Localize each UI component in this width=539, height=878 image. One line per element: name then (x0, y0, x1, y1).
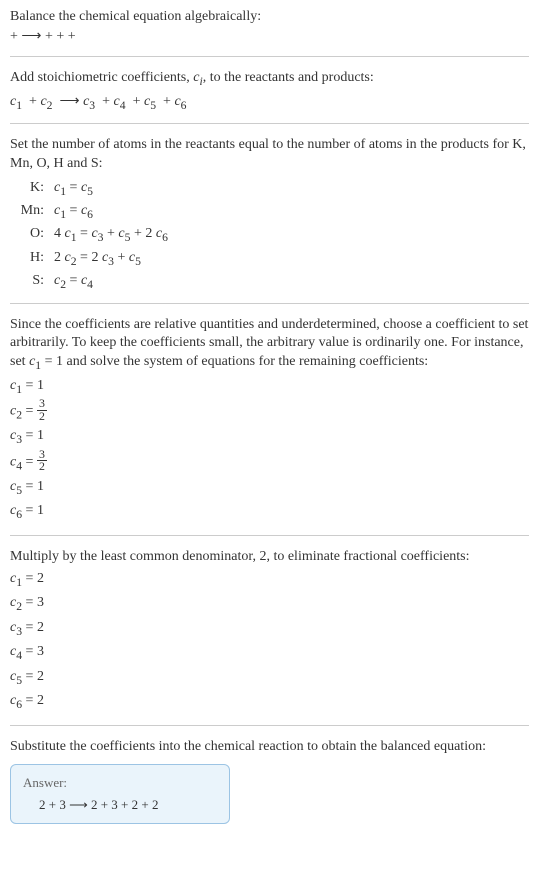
coef2-c4: c4 = 3 (10, 641, 529, 665)
divider-2 (10, 123, 529, 124)
coef-c1: c1 = 1 (10, 375, 529, 399)
step2-section: Set the number of atoms in the reactants… (10, 136, 529, 293)
step1-text: Add stoichiometric coefficients, ci, to … (10, 69, 529, 89)
coef-c3: c3 = 1 (10, 425, 529, 449)
step4-section: Multiply by the least common denominator… (10, 548, 529, 715)
step5-text: Substitute the coefficients into the che… (10, 738, 529, 756)
step4-text: Multiply by the least common denominator… (10, 548, 529, 566)
atom-label-h: H: (18, 247, 50, 270)
atom-eq-h: 2 c2 = 2 c3 + c5 (50, 247, 141, 270)
answer-box: Answer: 2 + 3 ⟶ 2 + 3 + 2 + 2 (10, 764, 230, 824)
step1-equation: c1 + c2 ⟶ c3 + c4 + c5 + c6 (10, 91, 529, 113)
coef2-c1: c1 = 2 (10, 568, 529, 592)
intro-line2: + ⟶ + + + (10, 28, 529, 46)
answer-label: Answer: (23, 775, 217, 791)
step5-section: Substitute the coefficients into the che… (10, 738, 529, 824)
atom-row-s: S: c2 = c4 (18, 270, 529, 293)
atom-eq-k: c1 = c5 (50, 177, 93, 200)
atom-row-o: O: 4 c1 = c3 + c5 + 2 c6 (18, 223, 529, 246)
divider-4 (10, 535, 529, 536)
step3-section: Since the coefficients are relative quan… (10, 316, 529, 524)
atom-label-s: S: (18, 270, 50, 293)
divider-3 (10, 303, 529, 304)
divider-1 (10, 56, 529, 57)
coef2-c6: c6 = 2 (10, 690, 529, 714)
step3-text: Since the coefficients are relative quan… (10, 316, 529, 372)
step1-section: Add stoichiometric coefficients, ci, to … (10, 69, 529, 113)
coef2-c2: c2 = 3 (10, 592, 529, 616)
intro-section: Balance the chemical equation algebraica… (10, 8, 529, 46)
coef-c2: c2 = 32 (10, 399, 529, 425)
step2-text: Set the number of atoms in the reactants… (10, 136, 529, 172)
coef-c6: c6 = 1 (10, 500, 529, 524)
coef2-c5: c5 = 2 (10, 666, 529, 690)
coef-c4: c4 = 32 (10, 450, 529, 476)
intro-line1: Balance the chemical equation algebraica… (10, 8, 529, 26)
atom-eq-mn: c1 = c6 (50, 200, 93, 223)
divider-5 (10, 725, 529, 726)
atom-row-k: K: c1 = c5 (18, 177, 529, 200)
atom-label-o: O: (18, 223, 50, 246)
atom-label-mn: Mn: (18, 200, 50, 223)
atom-eq-o: 4 c1 = c3 + c5 + 2 c6 (50, 223, 168, 246)
atom-row-h: H: 2 c2 = 2 c3 + c5 (18, 247, 529, 270)
coef2-c3: c3 = 2 (10, 617, 529, 641)
coef-list-3: c1 = 1 c2 = 32 c3 = 1 c4 = 32 c5 = 1 c6 … (10, 375, 529, 525)
atom-eq-s: c2 = c4 (50, 270, 93, 293)
atom-equations: K: c1 = c5 Mn: c1 = c6 O: 4 c1 = c3 + c5… (18, 177, 529, 293)
atom-row-mn: Mn: c1 = c6 (18, 200, 529, 223)
atom-label-k: K: (18, 177, 50, 200)
coef-c5: c5 = 1 (10, 476, 529, 500)
answer-equation: 2 + 3 ⟶ 2 + 3 + 2 + 2 (23, 797, 217, 813)
coef-list-4: c1 = 2 c2 = 3 c3 = 2 c4 = 3 c5 = 2 c6 = … (10, 568, 529, 715)
